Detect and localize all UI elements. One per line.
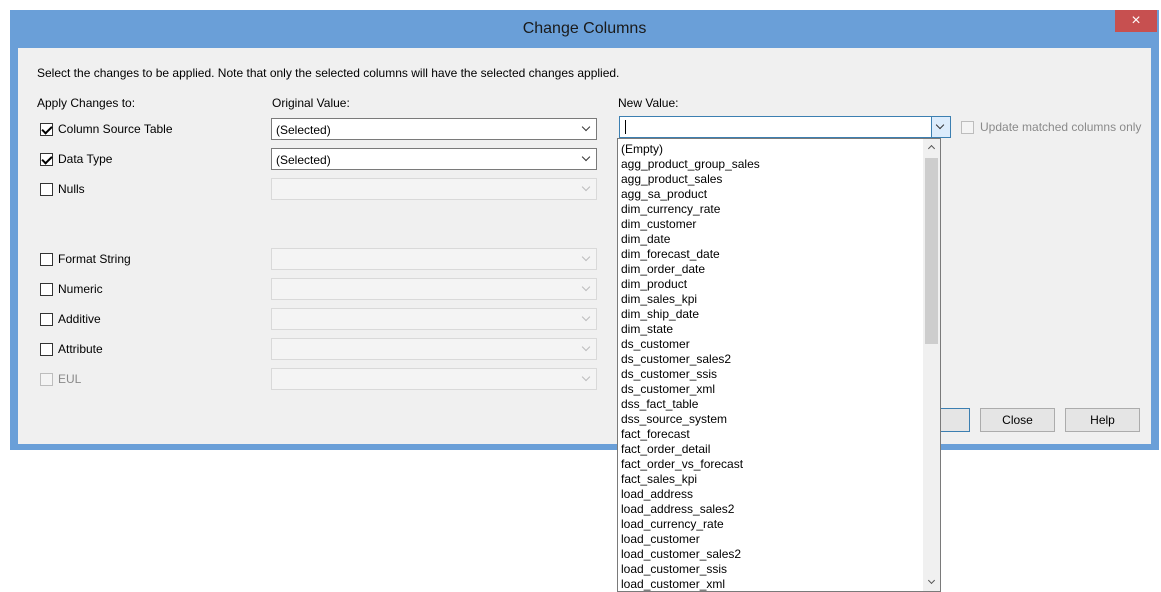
dropdown-item[interactable]: fact_sales_kpi — [621, 472, 922, 487]
change-columns-dialog: Change Columns × Select the changes to b… — [10, 10, 1159, 450]
additive-original-select[interactable] — [271, 308, 597, 330]
column-source-table-label: Column Source Table — [58, 122, 173, 136]
chevron-down-icon — [578, 119, 596, 139]
dropdown-item[interactable]: dim_order_date — [621, 262, 922, 277]
column-source-table-checkbox[interactable] — [40, 123, 53, 136]
dropdown-item[interactable]: dim_product — [621, 277, 922, 292]
apply-changes-header: Apply Changes to: — [37, 96, 136, 110]
new-value-combo[interactable] — [619, 116, 951, 138]
new-value-header: New Value: — [618, 96, 679, 110]
chevron-down-icon — [578, 339, 596, 359]
dropdown-item[interactable]: dim_sales_kpi — [621, 292, 922, 307]
eul-original-select[interactable] — [271, 368, 597, 390]
chevron-down-icon — [578, 249, 596, 269]
attribute-original-select[interactable] — [271, 338, 597, 360]
eul-checkbox[interactable] — [40, 373, 53, 386]
eul-label: EUL — [58, 372, 82, 386]
dropdown-item[interactable]: ds_customer_sales2 — [621, 352, 922, 367]
numeric-original-select[interactable] — [271, 278, 597, 300]
data-type-label: Data Type — [58, 152, 113, 166]
dropdown-item[interactable]: agg_product_group_sales — [621, 157, 922, 172]
chevron-down-icon — [578, 279, 596, 299]
format-string-original-select[interactable] — [271, 248, 597, 270]
dropdown-item[interactable]: agg_sa_product — [621, 187, 922, 202]
dropdown-item[interactable]: load_customer_xml — [621, 577, 922, 591]
chevron-down-icon — [578, 149, 596, 169]
nulls-original-select[interactable] — [271, 178, 597, 200]
data-type-checkbox[interactable] — [40, 153, 53, 166]
additive-label: Additive — [58, 312, 101, 326]
nulls-label: Nulls — [58, 182, 85, 196]
chevron-down-icon — [578, 369, 596, 389]
new-value-dropdown-list[interactable]: (Empty) agg_product_group_sales agg_produc… — [617, 138, 941, 592]
title-bar[interactable]: Change Columns × — [10, 10, 1159, 48]
format-string-checkbox[interactable] — [40, 253, 53, 266]
dropdown-item[interactable]: dim_forecast_date — [621, 247, 922, 262]
attribute-label: Attribute — [58, 342, 103, 356]
original-value-header: Original Value: — [272, 96, 350, 110]
help-button[interactable]: Help — [1065, 408, 1140, 432]
close-icon[interactable]: × — [1115, 10, 1157, 32]
numeric-label: Numeric — [58, 282, 103, 296]
chevron-down-icon[interactable] — [931, 117, 950, 137]
dropdown-item[interactable]: ds_customer — [621, 337, 922, 352]
close-button[interactable]: Close — [980, 408, 1055, 432]
dropdown-item[interactable]: dim_currency_rate — [621, 202, 922, 217]
instruction-text: Select the changes to be applied. Note t… — [37, 66, 620, 80]
chevron-down-icon — [578, 309, 596, 329]
dropdown-items: (Empty) agg_product_group_sales agg_produc… — [621, 142, 922, 591]
dropdown-scrollbar[interactable] — [923, 139, 940, 591]
dropdown-item[interactable]: (Empty) — [621, 142, 922, 157]
dropdown-item[interactable]: load_customer — [621, 532, 922, 547]
dropdown-item[interactable]: load_address — [621, 487, 922, 502]
dropdown-item[interactable]: dss_fact_table — [621, 397, 922, 412]
original-value-text: (Selected) — [276, 153, 331, 167]
dropdown-item[interactable]: dim_ship_date — [621, 307, 922, 322]
original-value-text: (Selected) — [276, 123, 331, 137]
dropdown-item[interactable]: dim_customer — [621, 217, 922, 232]
dropdown-item[interactable]: fact_forecast — [621, 427, 922, 442]
dropdown-item[interactable]: load_customer_ssis — [621, 562, 922, 577]
dialog-body: Select the changes to be applied. Note t… — [18, 48, 1151, 444]
dropdown-item[interactable]: load_customer_sales2 — [621, 547, 922, 562]
scroll-down-icon[interactable] — [923, 574, 940, 591]
dropdown-item[interactable]: dim_state — [621, 322, 922, 337]
attribute-checkbox[interactable] — [40, 343, 53, 356]
update-matched-checkbox[interactable] — [961, 121, 974, 134]
chevron-down-icon — [578, 179, 596, 199]
numeric-checkbox[interactable] — [40, 283, 53, 296]
dialog-title: Change Columns — [522, 20, 647, 37]
dropdown-item[interactable]: ds_customer_xml — [621, 382, 922, 397]
update-matched-label: Update matched columns only — [980, 120, 1142, 134]
column-source-table-original-select[interactable]: (Selected) — [271, 118, 597, 140]
data-type-original-select[interactable]: (Selected) — [271, 148, 597, 170]
scroll-up-icon[interactable] — [923, 139, 940, 156]
format-string-label: Format String — [58, 252, 131, 266]
text-caret — [625, 120, 626, 134]
nulls-checkbox[interactable] — [40, 183, 53, 196]
dropdown-item[interactable]: dim_date — [621, 232, 922, 247]
dropdown-item[interactable]: load_address_sales2 — [621, 502, 922, 517]
additive-checkbox[interactable] — [40, 313, 53, 326]
dropdown-item[interactable]: agg_product_sales — [621, 172, 922, 187]
dropdown-item[interactable]: fact_order_detail — [621, 442, 922, 457]
scroll-thumb[interactable] — [925, 158, 938, 344]
dropdown-item[interactable]: ds_customer_ssis — [621, 367, 922, 382]
dropdown-item[interactable]: fact_order_vs_forecast — [621, 457, 922, 472]
dropdown-item[interactable]: load_currency_rate — [621, 517, 922, 532]
dropdown-item[interactable]: dss_source_system — [621, 412, 922, 427]
